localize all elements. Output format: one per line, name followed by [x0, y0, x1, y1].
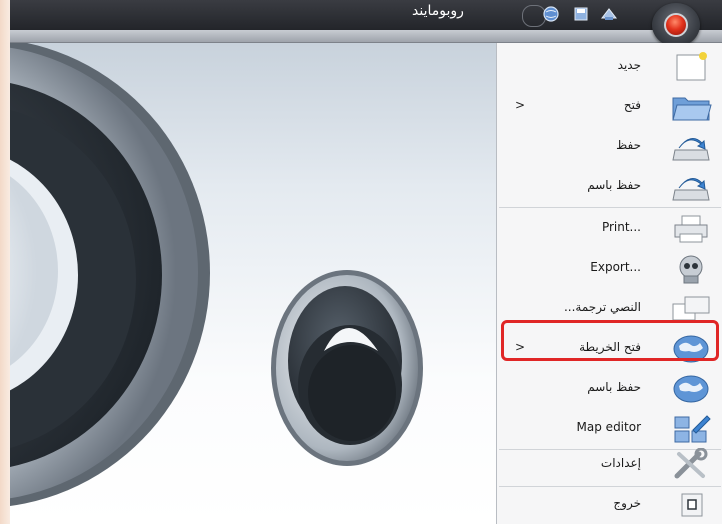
- save-drive-icon: [672, 138, 710, 161]
- menu-item-map-editor[interactable]: Map editor: [497, 409, 722, 449]
- robot-canvas: [10, 43, 496, 524]
- menu-item-save-as[interactable]: حفظ باسم: [497, 167, 722, 207]
- submenu-arrow: >: [515, 98, 526, 112]
- menu-item-label: Export...: [590, 260, 641, 274]
- export-robot-icon: [679, 255, 703, 284]
- highlight-frame: [501, 320, 719, 361]
- menu-item-settings[interactable]: إعدادات: [497, 445, 722, 485]
- title-bar: روبومايند: [10, 0, 722, 30]
- menu-item-save[interactable]: حفظ: [497, 127, 722, 167]
- menu-item-label: جديد: [617, 58, 641, 72]
- save-map-globe-icon: [673, 375, 709, 403]
- menu-item-open[interactable]: > فتح: [497, 87, 722, 127]
- menu-item-label: خروج: [613, 496, 641, 510]
- orb-red-eye: [664, 13, 688, 37]
- app-window: روبومايند جديد > فتح حفظ حفظ باسم Print.…: [0, 0, 722, 524]
- menu-item-label: حفظ: [616, 138, 641, 152]
- menu-separator: [499, 207, 721, 208]
- menu-item-label: حفظ باسم: [587, 178, 641, 192]
- save-icon[interactable]: [600, 5, 618, 23]
- menu-item-label: إعدادات: [600, 456, 641, 470]
- menu-item-label: النصي ترجمة...: [563, 300, 641, 314]
- map-editor-icon: [674, 415, 711, 443]
- window-title: روبومايند: [412, 3, 464, 19]
- menu-item-label: فتح: [623, 98, 641, 112]
- settings-tools-icon: [674, 448, 708, 479]
- menu-item-new[interactable]: جديد: [497, 47, 722, 87]
- robot-face-illustration: [10, 43, 423, 506]
- exit-icon: [681, 493, 703, 517]
- open-icon[interactable]: [572, 5, 590, 23]
- menu-item-label: حفظ باسم: [587, 380, 641, 394]
- printer-icon: [674, 215, 708, 243]
- menu-item-export[interactable]: Export...: [497, 249, 722, 289]
- globe-icon[interactable]: [542, 5, 560, 23]
- application-menu: جديد > فتح حفظ حفظ باسم Print... Export.…: [496, 43, 722, 524]
- robot-orb-icon[interactable]: [652, 3, 700, 47]
- save-as-drive-icon: [672, 178, 710, 201]
- menu-item-print[interactable]: Print...: [497, 209, 722, 249]
- ribbon-strip: [10, 30, 722, 43]
- open-folder-icon: [672, 97, 712, 121]
- menu-item-label: Map editor: [576, 420, 641, 434]
- menu-item-exit[interactable]: خروج: [497, 485, 722, 524]
- menu-item-label: Print...: [601, 220, 641, 234]
- new-document-icon: [676, 52, 707, 81]
- menu-item-save-map-as[interactable]: حفظ باسم: [497, 369, 722, 409]
